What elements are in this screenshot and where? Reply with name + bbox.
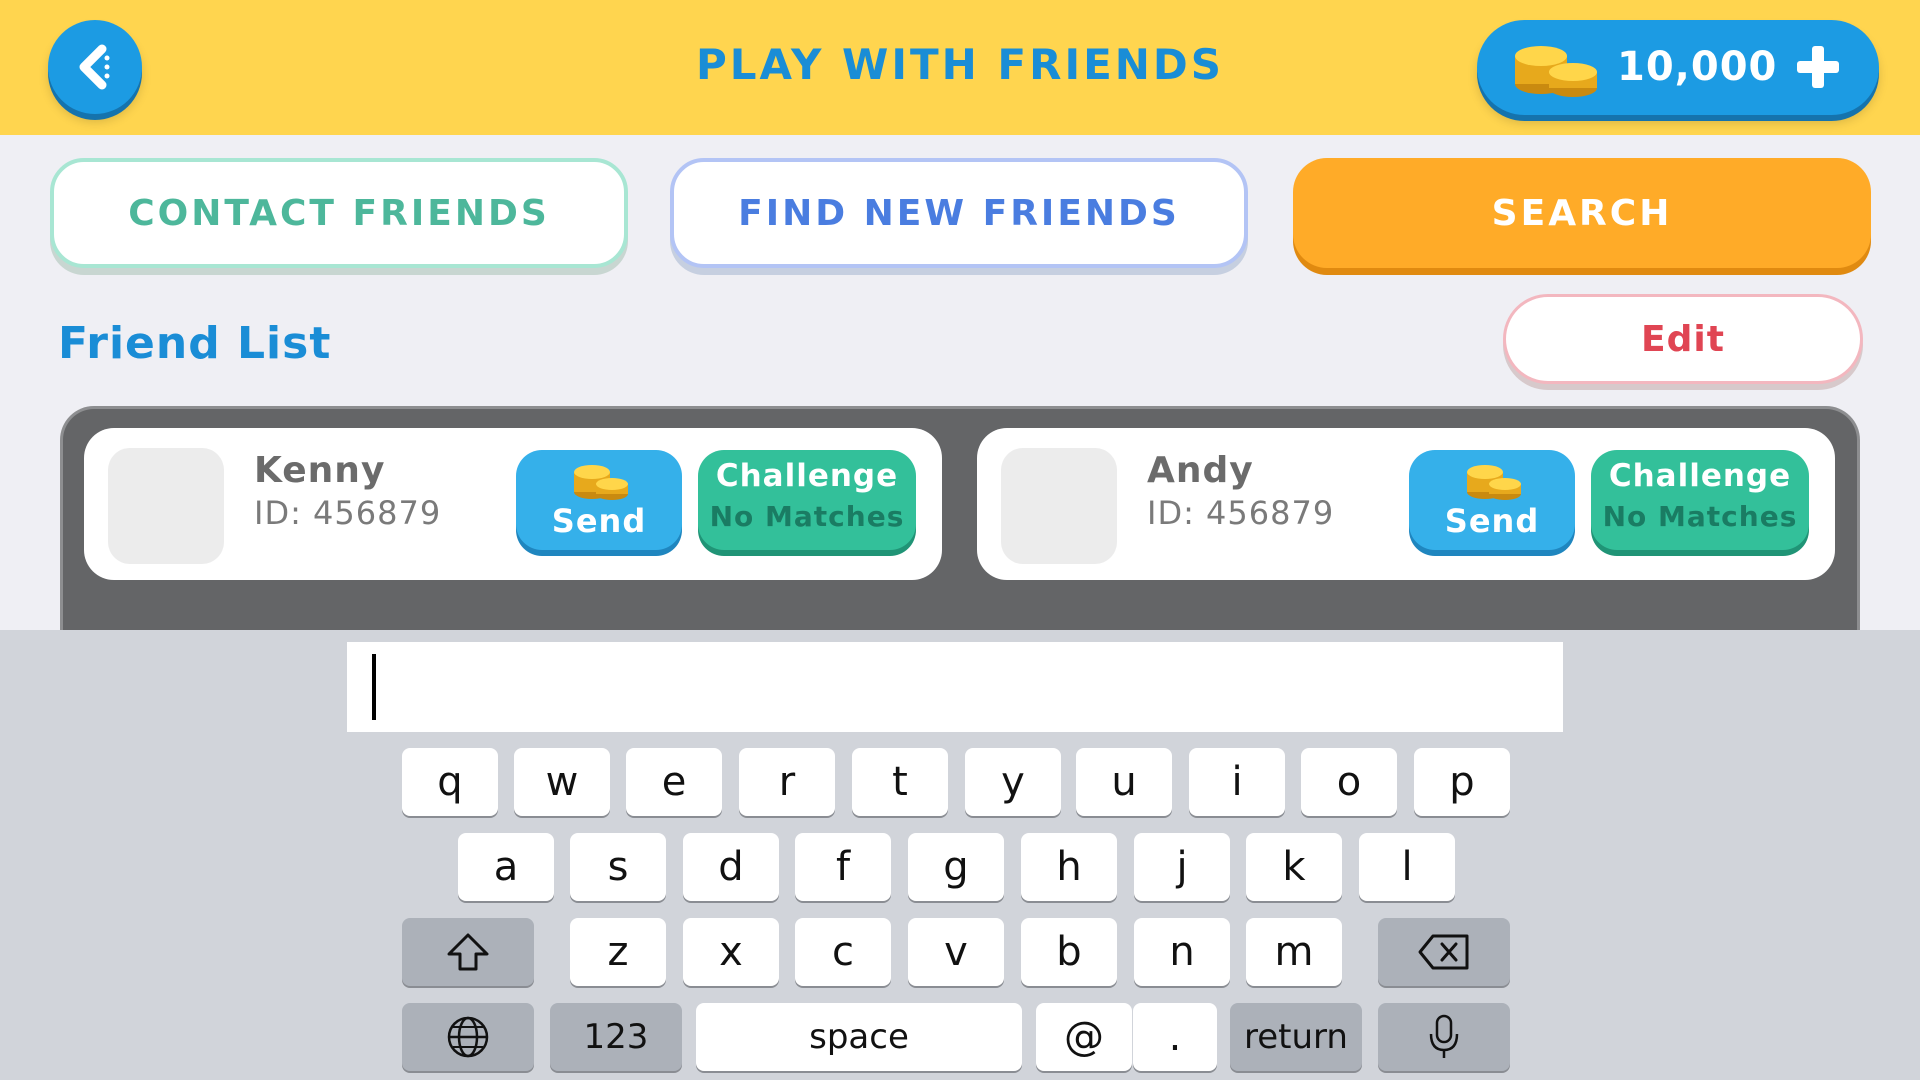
key-b[interactable]: b [1021,918,1117,986]
coin-amount: 10,000 [1617,44,1778,90]
backspace-icon [1418,934,1469,970]
key-l[interactable]: l [1359,833,1455,901]
friend-name: Kenny [254,450,386,491]
plus-icon[interactable] [1793,42,1843,92]
key-r[interactable]: r [739,748,835,816]
search-input[interactable] [347,642,1563,732]
challenge-button[interactable]: Challenge No Matches [1591,450,1809,550]
globe-icon [447,1016,489,1058]
key-y[interactable]: y [965,748,1061,816]
contact-friends-button[interactable]: CONTACT FRIENDS [50,158,628,268]
challenge-label: Challenge [715,458,899,494]
coin-stack-icon [574,465,628,500]
key-d[interactable]: d [683,833,779,901]
send-coins-button[interactable]: Send [516,450,682,550]
challenge-label: Challenge [1608,458,1792,494]
friend-id: ID: 456879 [254,494,442,532]
key-p[interactable]: p [1414,748,1510,816]
space-key[interactable]: space [696,1003,1022,1071]
send-coins-button[interactable]: Send [1409,450,1575,550]
key-v[interactable]: v [908,918,1004,986]
key-q[interactable]: q [402,748,498,816]
friend-card: Kenny ID: 456879 Send Challenge No Match… [84,428,942,580]
key-k[interactable]: k [1246,833,1342,901]
key-a[interactable]: a [458,833,554,901]
globe-key[interactable] [402,1003,534,1071]
key-e[interactable]: e [626,748,722,816]
return-key[interactable]: return [1230,1003,1362,1071]
key-g[interactable]: g [908,833,1004,901]
friend-card: Andy ID: 456879 Send Challenge No Matche… [977,428,1835,580]
find-new-friends-button[interactable]: FIND NEW FRIENDS [670,158,1248,268]
key-n[interactable]: n [1134,918,1230,986]
microphone-key[interactable] [1378,1003,1510,1071]
key-z[interactable]: z [570,918,666,986]
coin-balance[interactable]: 10,000 [1477,20,1879,115]
search-button[interactable]: SEARCH [1293,158,1871,268]
key-o[interactable]: o [1301,748,1397,816]
avatar [1001,448,1117,564]
key-j[interactable]: j [1134,833,1230,901]
challenge-status: No Matches [1602,500,1798,533]
backspace-key[interactable] [1378,918,1510,986]
at-key[interactable]: @ [1036,1003,1132,1071]
key-t[interactable]: t [852,748,948,816]
coin-stack-icon [1515,46,1597,97]
key-h[interactable]: h [1021,833,1117,901]
key-m[interactable]: m [1246,918,1342,986]
key-f[interactable]: f [795,833,891,901]
key-c[interactable]: c [795,918,891,986]
key-w[interactable]: w [514,748,610,816]
challenge-button[interactable]: Challenge No Matches [698,450,916,550]
shift-key[interactable] [402,918,534,986]
shift-icon [447,933,489,971]
coin-stack-icon [1467,465,1521,500]
friend-list-title: Friend List [58,318,332,369]
friend-name: Andy [1147,450,1254,491]
key-x[interactable]: x [683,918,779,986]
challenge-status: No Matches [709,500,905,533]
key-s[interactable]: s [570,833,666,901]
microphone-icon [1429,1014,1459,1058]
dot-key[interactable]: . [1133,1003,1217,1071]
text-cursor [372,654,376,720]
friend-id: ID: 456879 [1147,494,1335,532]
avatar [108,448,224,564]
key-u[interactable]: u [1076,748,1172,816]
send-label: Send [1444,502,1540,540]
send-label: Send [551,502,647,540]
key-i[interactable]: i [1189,748,1285,816]
numbers-key[interactable]: 123 [550,1003,682,1071]
edit-button[interactable]: Edit [1503,294,1863,384]
